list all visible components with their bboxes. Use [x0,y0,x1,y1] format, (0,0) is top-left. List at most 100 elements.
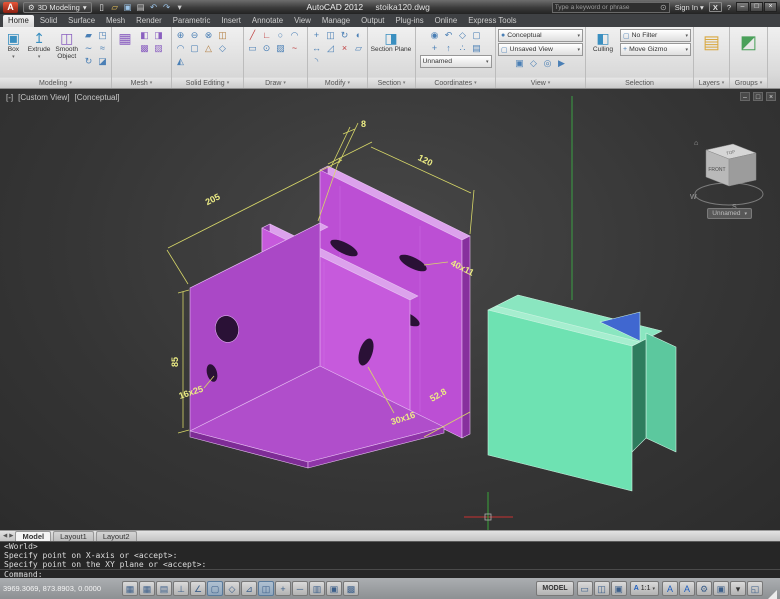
channel-part[interactable] [487,294,677,492]
ribbon-tab-plug-ins[interactable]: Plug-ins [390,15,428,27]
tab-layout2[interactable]: Layout2 [95,531,137,541]
viewport-visual-style-menu[interactable]: [Conceptual] [75,93,120,102]
ribbon-tab-output[interactable]: Output [356,15,389,27]
panel-label-solid-editing[interactable]: Solid Editing ▾ [172,77,243,88]
ucs-previous-icon[interactable]: ↶ [442,29,455,41]
union-icon[interactable]: ⊕ [174,29,187,41]
minimize-button[interactable]: – [736,2,749,12]
gizmo-combo[interactable]: + Move Gizmo ▾ [620,43,691,56]
panel-label-groups[interactable]: Groups ▾ [730,77,767,88]
dynamic-input-icon[interactable]: + [275,581,291,596]
ribbon-tab-surface[interactable]: Surface [63,15,100,27]
ucs-object-icon[interactable]: ▢ [470,29,483,41]
ribbon-tab-manage[interactable]: Manage [317,15,355,27]
panel-label-view[interactable]: View ▾ [496,77,585,88]
move-icon[interactable]: + [310,29,323,41]
annotation-autoscale-icon[interactable]: A [679,581,695,596]
object-snap-icon[interactable]: ▢ [207,581,223,596]
new-file-icon[interactable]: ▯ [97,2,107,13]
mirror-icon[interactable]: ◐ [352,29,365,41]
annotation-visibility-icon[interactable]: A [662,581,678,596]
ribbon-tab-online[interactable]: Online [430,15,463,27]
ribbon-tab-annotate[interactable]: Annotate [247,15,288,27]
mesh-primitive-button[interactable]: ▦ [114,29,136,77]
close-button[interactable]: × [764,2,777,12]
autocad-logo-icon[interactable]: A [3,1,18,13]
layers-button[interactable]: ▤ [696,29,727,77]
rotate-icon[interactable]: ↻ [338,29,351,41]
redo-icon[interactable]: ↷ [162,2,172,13]
visual-style-combo[interactable]: ● Conceptual ▾ [498,29,583,42]
statusbar-corner-grip[interactable] [768,590,777,599]
hatch-icon[interactable]: ▨ [274,42,287,54]
ucs-named-icon[interactable]: ▤ [470,42,483,54]
add-crease-icon[interactable]: ▨ [152,42,165,54]
3d-object-snap-icon[interactable]: ◇ [224,581,240,596]
workspace-switcher[interactable]: ⚙ 3D Modeling ▾ [23,1,92,13]
command-line-area[interactable]: <World> Specify point on X-axis or <accep… [0,541,780,579]
panel-label-mesh[interactable]: Mesh ▾ [112,77,171,88]
extrude-button[interactable]: ↥ Extrude ▾ [27,29,52,77]
ribbon-tab-mesh[interactable]: Mesh [101,15,130,27]
section-plane-button[interactable]: ◨ Section Plane [370,29,412,77]
status-menu-icon[interactable]: ▾ [730,581,746,596]
undo-icon[interactable]: ↶ [149,2,159,13]
view-motion-icon[interactable]: ▶ [555,57,568,69]
coordinate-display[interactable]: 3969.3069, 873.8903, 0.0000 [3,584,119,593]
stretch-icon[interactable]: ↔ [310,42,323,54]
drawing-area[interactable]: 8 120 205 40x11 85 16x25 30x16 52.8 W S … [0,89,780,530]
ucs-origin-icon[interactable]: + [428,42,441,54]
box-button[interactable]: ▣ Box ▾ [2,29,25,77]
panel-label-modify[interactable]: Modify ▾ [308,77,367,88]
clean-screen-icon[interactable]: ◱ [747,581,763,596]
revolve-icon[interactable]: ↻ [82,55,95,67]
intersect-icon[interactable]: ⊗ [202,29,215,41]
polar-tracking-icon[interactable]: ∠ [190,581,206,596]
infer-constraints-icon[interactable]: ▦ [122,581,138,596]
copy-icon[interactable]: ◫ [324,29,337,41]
panel-label-coordinates[interactable]: Coordinates ▾ [416,77,495,88]
search-icon[interactable]: ⊙ [660,3,667,12]
fillet-edge-icon[interactable]: ◠ [174,42,187,54]
taper-face-icon[interactable]: △ [202,42,215,54]
ribbon-tab-home[interactable]: Home [3,15,34,27]
tab-model[interactable]: Model [15,531,52,541]
snap-mode-icon[interactable]: ▦ [139,581,155,596]
viewcube-west-label[interactable]: W [690,194,697,201]
refine-mesh-icon[interactable]: ▩ [138,42,151,54]
sweep-icon[interactable]: ∼ [82,42,95,54]
quick-view-drawings-icon[interactable]: ▣ [610,581,627,596]
layout-switch-icon[interactable]: ▭ [576,581,593,596]
panel-label-draw[interactable]: Draw ▾ [244,77,307,88]
viewport-close-button[interactable]: × [766,92,776,101]
viewcube[interactable]: W S FRONT TOP ⌂ [690,140,764,211]
circle-icon[interactable]: ○ [274,29,287,41]
named-view-combo[interactable]: ▢ Unsaved View ▾ [498,43,583,56]
presspull-icon[interactable]: ◳ [96,29,109,41]
transparency-icon[interactable]: ▥ [309,581,325,596]
viewcube-right-face[interactable] [728,152,757,187]
qat-menu-icon[interactable]: ▾ [175,2,185,13]
view-perspective-icon[interactable]: ◇ [527,57,540,69]
ribbon-tab-solid[interactable]: Solid [35,15,62,27]
ucs-z-axis-icon[interactable]: ↑ [442,42,455,54]
separate-icon[interactable]: ◭ [174,55,187,67]
selection-cycling-icon[interactable]: ▩ [343,581,359,596]
quick-properties-icon[interactable]: ▣ [326,581,342,596]
ucs-3point-icon[interactable]: ∴ [456,42,469,54]
tab-layout1[interactable]: Layout1 [53,531,94,541]
exchange-button[interactable]: X [708,2,722,12]
panel-label-section[interactable]: Section ▾ [368,77,415,88]
culling-button[interactable]: ◧ Culling [588,29,618,77]
viewport-minimize-button[interactable]: – [740,92,750,101]
spline-icon[interactable]: ~ [288,42,301,54]
arc-icon[interactable]: ◠ [288,29,301,41]
object-snap-tracking-icon[interactable]: ⊿ [241,581,257,596]
ribbon-tab-parametric[interactable]: Parametric [168,15,216,27]
view-camera-icon[interactable]: ▣ [513,57,526,69]
trim-icon[interactable]: × [338,42,351,54]
search-input[interactable] [554,3,658,11]
smooth-more-icon[interactable]: ◧ [138,29,151,41]
ortho-mode-icon[interactable]: ⊥ [173,581,189,596]
plot-icon[interactable]: ▤ [136,2,146,13]
